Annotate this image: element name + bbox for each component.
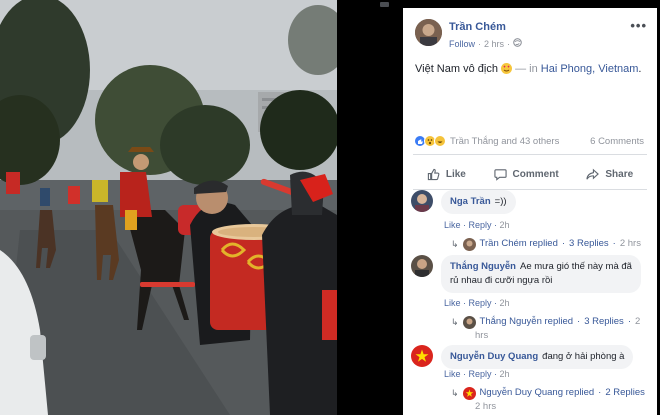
commenter-avatar[interactable] xyxy=(411,190,433,212)
reactions-summary[interactable]: Trần Thắng and 43 others xyxy=(414,135,559,147)
share-label: Share xyxy=(605,168,634,180)
comment-bubble: Nguyễn Duy Quang đang ở hải phòng à xyxy=(441,345,634,369)
comment-text: =)) xyxy=(494,196,507,207)
meta-dot: · xyxy=(478,38,482,49)
post-text-end: . xyxy=(638,63,642,75)
commenter-avatar[interactable] xyxy=(411,255,433,277)
replies-count[interactable]: 3 Replies xyxy=(584,315,624,329)
comment-actions: Like · Reply · 2h xyxy=(444,369,510,379)
replies-preview[interactable]: ↳ Nguyễn Duy Quang replied · 2 Replies xyxy=(451,386,645,400)
author-avatar[interactable] xyxy=(415,19,442,46)
close-icon[interactable] xyxy=(380,2,389,7)
comment-actions: Like · Reply · 2h xyxy=(444,220,510,230)
reply-arrow-icon: ↳ xyxy=(451,239,459,249)
replies-time-wrap: hrs xyxy=(475,329,488,343)
post-side-panel: Trần Chém Follow · 2 hrs · ••• Việt Nam … xyxy=(403,8,657,415)
dot: · xyxy=(577,316,581,327)
dot: · xyxy=(561,238,566,249)
dot: · xyxy=(627,316,631,327)
post-time[interactable]: 2 hrs xyxy=(484,39,504,49)
reply-arrow-icon: ↳ xyxy=(451,388,459,398)
flag-avatar[interactable] xyxy=(411,345,433,367)
comment-text: đang ở hải phòng à xyxy=(542,351,625,362)
replies-count[interactable]: 3 Replies xyxy=(569,237,609,251)
replies-count[interactable]: 2 Replies xyxy=(605,386,645,400)
meta-dot: · xyxy=(507,38,511,49)
comment-bubble: Thắng Nguyễn Ae mưa gió thế này mà đã rủ … xyxy=(441,255,641,293)
replies-author[interactable]: Thắng Nguyễn replied xyxy=(480,315,573,329)
commenter-name[interactable]: Nguyễn Duy Quang xyxy=(450,351,538,362)
replies-time: 2 hrs xyxy=(475,401,497,412)
replies-time: 2 hrs xyxy=(619,238,641,249)
follow-button[interactable]: Follow xyxy=(449,39,475,49)
heart-eyes-emoji-icon xyxy=(501,63,513,74)
comment-reply-link[interactable]: Reply xyxy=(469,220,492,230)
comment-actions: Like · Reply · 2h xyxy=(444,298,510,308)
reply-arrow-icon: ↳ xyxy=(451,317,459,327)
post-meta: Follow · 2 hrs · xyxy=(449,38,522,49)
globe-icon xyxy=(513,38,522,49)
comment-count[interactable]: 6 Comments xyxy=(590,136,644,147)
replies-time-wrap: 2 hrs xyxy=(475,400,496,414)
share-arrow-icon xyxy=(586,168,600,181)
dot: · xyxy=(598,387,602,398)
replies-time: 2 xyxy=(634,316,641,327)
replies-time-unit: hrs xyxy=(475,330,489,341)
thumbs-up-icon xyxy=(427,168,440,181)
comment-time[interactable]: 2h xyxy=(500,220,510,230)
more-options-icon[interactable]: ••• xyxy=(630,18,647,33)
comment-reply-link[interactable]: Reply xyxy=(469,369,492,379)
replies-author[interactable]: Trần Chém replied xyxy=(480,237,558,251)
divider xyxy=(413,154,647,155)
commenter-name[interactable]: Nga Trần xyxy=(450,196,491,207)
location-link[interactable]: Hai Phong, Vietnam xyxy=(541,63,639,75)
like-label: Like xyxy=(445,168,466,180)
dot: · xyxy=(612,238,616,249)
comment-like-link[interactable]: Like xyxy=(444,220,461,230)
commenter-name[interactable]: Thắng Nguyễn xyxy=(450,261,516,272)
comment-like-link[interactable]: Like xyxy=(444,298,461,308)
haha-reaction-icon xyxy=(434,135,446,147)
comment-bubble: Nga Trần =)) xyxy=(441,190,516,214)
replies-preview[interactable]: ↳ Trần Chém replied · 3 Replies · 2 hrs xyxy=(451,237,641,251)
post-photo[interactable] xyxy=(0,0,337,415)
comment-label: Comment xyxy=(512,168,559,180)
like-button[interactable]: Like xyxy=(427,168,466,181)
share-button[interactable]: Share xyxy=(586,168,633,181)
replies-preview[interactable]: ↳ Thắng Nguyễn replied · 3 Replies · 2 xyxy=(451,315,640,329)
post-text-dash: — in xyxy=(515,63,541,75)
comment-reply-link[interactable]: Reply xyxy=(469,298,492,308)
lightbox-gap xyxy=(337,0,403,415)
comment-text-line1: Ae mưa gió thế này mà đã xyxy=(519,261,632,272)
comment-time[interactable]: 2h xyxy=(500,298,510,308)
author-name[interactable]: Trần Chém xyxy=(449,21,506,33)
comment-time[interactable]: 2h xyxy=(500,369,510,379)
post-text-main: Việt Nam vô địch xyxy=(415,63,498,75)
comment-like-link[interactable]: Like xyxy=(444,369,461,379)
replier-avatar xyxy=(462,238,476,251)
post-text: Việt Nam vô địch — in Hai Phong, Vietnam… xyxy=(415,63,641,75)
street-parade-image xyxy=(0,0,337,415)
replies-author[interactable]: Nguyễn Duy Quang replied xyxy=(480,386,595,400)
replier-avatar xyxy=(462,387,476,400)
replier-avatar xyxy=(462,316,476,329)
post-actions: Like Comment Share xyxy=(413,160,647,188)
speech-bubble-icon xyxy=(493,168,507,181)
comment-text-line2: rủ nhau đi cưỡi ngựa rồi xyxy=(450,275,553,286)
reactions-names[interactable]: Trần Thắng and 43 others xyxy=(450,136,559,147)
comment-button[interactable]: Comment xyxy=(493,168,559,181)
